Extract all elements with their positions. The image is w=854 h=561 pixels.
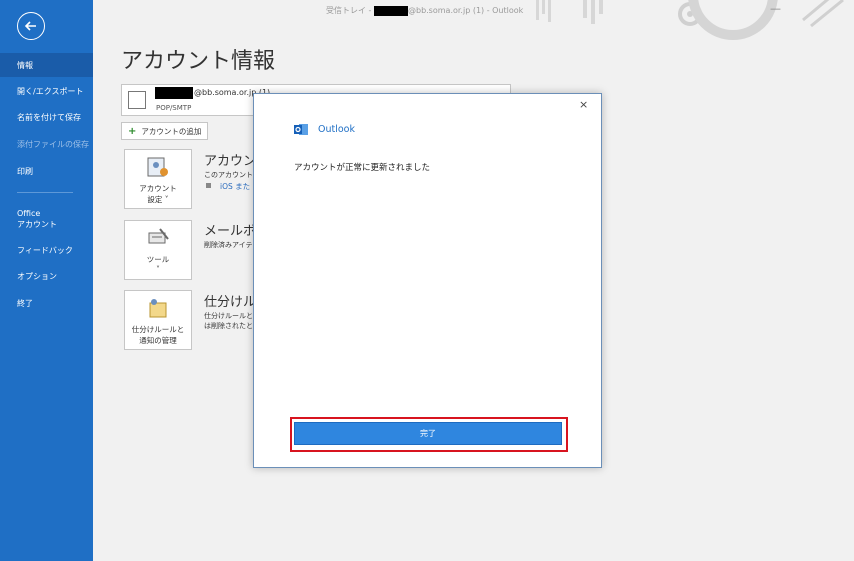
sidebar-item-feedback[interactable]: フィードバック [0, 245, 93, 256]
sidebar-item-label: 添付ファイルの保存 [17, 140, 89, 149]
sidebar-item-label: オプション [17, 272, 57, 281]
sidebar-item-options[interactable]: オプション [0, 271, 93, 282]
redacted-block [155, 87, 193, 99]
dialog-message: アカウントが正常に更新されました [294, 163, 431, 173]
sidebar-item-label: Office [17, 209, 41, 218]
ios-link[interactable]: iOS また [220, 181, 250, 192]
account-settings-icon [147, 157, 168, 177]
sidebar-item-exit[interactable]: 終了 [0, 298, 93, 309]
button-label: ツール [146, 255, 170, 264]
sidebar-item-label: 名前を付けて保存 [17, 113, 81, 122]
bullet-icon [206, 183, 211, 188]
sidebar-item-info[interactable]: 情報 [0, 53, 93, 77]
sidebar-item-save-as[interactable]: 名前を付けて保存 [0, 112, 93, 123]
sidebar-item-label: 情報 [17, 61, 33, 70]
account-updated-dialog: × Outlook アカウントが正常に更新されました 完了 [253, 93, 602, 468]
button-label: 設定 ˅ [147, 195, 169, 204]
tools-icon [148, 228, 169, 244]
add-account-label: アカウントの追加 [141, 126, 202, 136]
sidebar-item-save-attachments: 添付ファイルの保存 [0, 139, 93, 150]
sidebar-item-print[interactable]: 印刷 [0, 166, 93, 177]
add-account-button[interactable]: + アカウントの追加 [121, 122, 208, 140]
sidebar-item-label: 終了 [17, 299, 33, 308]
window-title: 受信トレイ - @bb.soma.or.jp (1) - Outlook [326, 5, 524, 16]
section-title: 仕分けル [204, 295, 257, 310]
backstage-sidebar: 情報 開く/エクスポート 名前を付けて保存 添付ファイルの保存 印刷 Offic… [0, 0, 93, 561]
minimize-button[interactable]: — [770, 2, 781, 15]
close-button[interactable]: × [579, 98, 588, 111]
arrow-left-icon [24, 21, 36, 31]
sidebar-item-label: アカウント [17, 220, 57, 229]
button-label: 仕分けルールと [131, 325, 185, 334]
rules-icon [149, 299, 167, 318]
sidebar-item-label: 開く/エクスポート [17, 87, 84, 96]
account-icon [128, 91, 146, 109]
sidebar-item-label: フィードバック [17, 246, 73, 255]
title-bar: 受信トレイ - @bb.soma.or.jp (1) - Outlook — [93, 0, 854, 40]
button-label: ˅ [156, 265, 160, 274]
sidebar-item-open-export[interactable]: 開く/エクスポート [0, 86, 93, 97]
account-type: POP/SMTP [156, 104, 192, 112]
sidebar-divider [17, 192, 73, 193]
back-button[interactable] [17, 12, 45, 40]
sidebar-item-office-account[interactable]: Office アカウント [0, 208, 93, 230]
section-description: 仕分けルールと [204, 312, 253, 320]
outlook-logo-icon [294, 124, 308, 135]
account-settings-button[interactable]: アカウント 設定 ˅ [124, 149, 192, 209]
section-description: このアカウントの [204, 171, 260, 179]
office-background-pattern-icon [536, 0, 844, 40]
button-label: 通知の管理 [139, 336, 177, 345]
redacted-block [373, 5, 408, 16]
section-description: は削除されたと [204, 322, 253, 330]
sidebar-item-label: 印刷 [17, 167, 33, 176]
tools-button[interactable]: ツール ˅ [124, 220, 192, 280]
rules-alerts-button[interactable]: 仕分けルールと 通知の管理 [124, 290, 192, 350]
done-button[interactable]: 完了 [294, 422, 562, 445]
page-title: アカウント情報 [121, 49, 276, 74]
button-label: アカウント [139, 184, 177, 193]
dialog-app-name: Outlook [318, 124, 355, 135]
section-description: 削除済みアイテ [204, 241, 253, 249]
plus-icon: + [128, 125, 137, 137]
